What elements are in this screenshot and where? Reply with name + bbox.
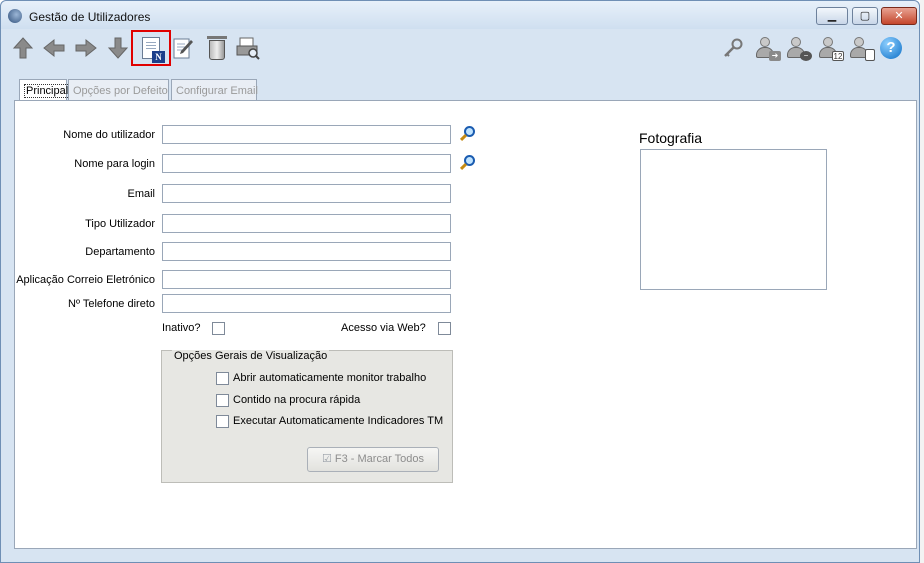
toolbar: N ➜ − 12 ? — [5, 30, 917, 68]
search-login-icon[interactable] — [459, 154, 477, 172]
new-badge: N — [152, 51, 165, 63]
maximize-button[interactable]: ▢ — [852, 7, 878, 25]
new-record-button[interactable]: N — [131, 30, 171, 66]
arrow-left-icon[interactable] — [40, 34, 68, 62]
nome-utilizador-input[interactable] — [162, 125, 451, 144]
field-label-email: Email — [127, 188, 155, 200]
photo-frame[interactable] — [640, 149, 827, 290]
background-edge — [920, 0, 924, 563]
title-bar[interactable]: Gestão de Utilizadores ▁ ▢ ✕ — [1, 1, 919, 29]
field-label-nome-login: Nome para login — [74, 158, 155, 170]
delete-trash-icon — [207, 36, 227, 60]
procura-rapida-checkbox[interactable] — [216, 394, 229, 407]
aplicacao-correio-input[interactable] — [162, 270, 451, 289]
arrow-up-icon[interactable] — [9, 34, 37, 62]
photo-label: Fotografia — [639, 130, 703, 146]
tab-opcoes-por-defeito[interactable]: Opções por Defeito — [68, 79, 169, 101]
help-icon: ? — [880, 37, 902, 59]
user-calendar-button[interactable]: 12 — [814, 34, 844, 62]
user-transfer-icon: ➜ — [756, 37, 781, 61]
field-label-nome-utilizador: Nome do utilizador — [63, 129, 155, 141]
window-title: Gestão de Utilizadores — [29, 10, 151, 24]
user-remove-icon: − — [787, 37, 812, 61]
marcar-todos-button[interactable]: ☑ F3 - Marcar Todos — [307, 447, 439, 472]
minimize-button[interactable]: ▁ — [816, 7, 848, 25]
opcoes-visualizacao-group: Opções Gerais de Visualização Abrir auto… — [161, 350, 453, 483]
acesso-web-label: Acesso via Web? — [341, 322, 426, 334]
user-report-button[interactable] — [845, 34, 875, 62]
arrow-down-icon[interactable] — [104, 34, 132, 62]
inativo-label: Inativo? — [162, 322, 201, 334]
tipo-utilizador-input[interactable] — [162, 214, 451, 233]
indicadores-tm-checkbox[interactable] — [216, 415, 229, 428]
telefone-input[interactable] — [162, 294, 451, 313]
email-input[interactable] — [162, 184, 451, 203]
field-label-departamento: Departamento — [85, 246, 155, 258]
acesso-web-checkbox[interactable] — [438, 322, 451, 335]
tab-principal[interactable]: Principal — [19, 79, 71, 101]
search-user-icon[interactable] — [459, 125, 477, 143]
field-label-tipo-utilizador: Tipo Utilizador — [85, 218, 155, 230]
calendar-badge: 12 — [832, 51, 844, 61]
app-window: Gestão de Utilizadores ▁ ▢ ✕ N ➜ − 12 ? … — [0, 0, 920, 563]
departamento-input[interactable] — [162, 242, 451, 261]
arrow-right-icon[interactable] — [72, 34, 100, 62]
print-preview-icon[interactable] — [234, 34, 262, 62]
user-calendar-icon: 12 — [819, 37, 844, 61]
key-icon[interactable] — [719, 34, 747, 62]
app-logo-icon — [8, 9, 22, 23]
nome-login-input[interactable] — [162, 154, 451, 173]
inativo-checkbox[interactable] — [212, 322, 225, 335]
delete-button[interactable] — [203, 34, 231, 62]
group-title: Opções Gerais de Visualização — [172, 350, 330, 362]
abrir-monitor-checkbox[interactable] — [216, 372, 229, 385]
checkbox-tick-icon: ☑ — [322, 453, 332, 465]
user-report-icon — [850, 37, 875, 61]
close-button[interactable]: ✕ — [881, 7, 917, 25]
edit-document-icon[interactable] — [169, 34, 197, 62]
tab-configurar-email[interactable]: Configurar Email — [171, 79, 258, 101]
user-transfer-button[interactable]: ➜ — [751, 34, 781, 62]
field-label-aplicacao-correio: Aplicação Correio Eletrónico — [16, 274, 155, 286]
main-panel: Nome do utilizador Nome para login Email… — [14, 100, 917, 549]
new-document-icon: N — [142, 37, 165, 63]
user-remove-button[interactable]: − — [782, 34, 812, 62]
help-button[interactable]: ? — [877, 34, 905, 62]
field-label-telefone: Nº Telefone direto — [68, 298, 155, 310]
